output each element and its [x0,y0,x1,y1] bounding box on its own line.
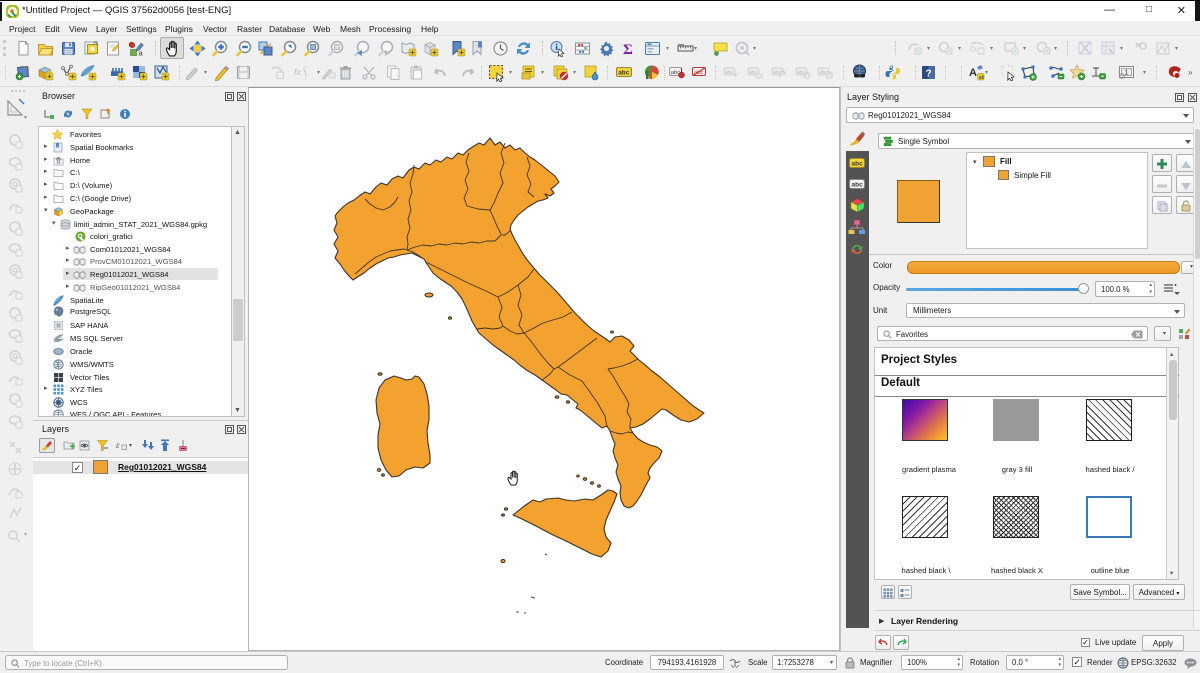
svg-text:A: A [969,67,977,79]
svg-text:a: a [139,49,144,58]
svg-text:fx: fx [294,67,302,77]
svg-text:abc: abc [694,70,703,76]
svg-text:abc: abc [852,161,864,168]
svg-text:ε: ε [116,440,120,450]
svg-text:abc: abc [618,70,630,77]
svg-text:abc: abc [852,182,864,189]
svg-text:abc: abc [725,70,734,76]
svg-text:Σ: Σ [623,42,633,57]
svg-text:ab: ab [979,75,985,81]
svg-text:?: ? [926,69,932,80]
svg-text:1: 1 [1125,70,1129,77]
